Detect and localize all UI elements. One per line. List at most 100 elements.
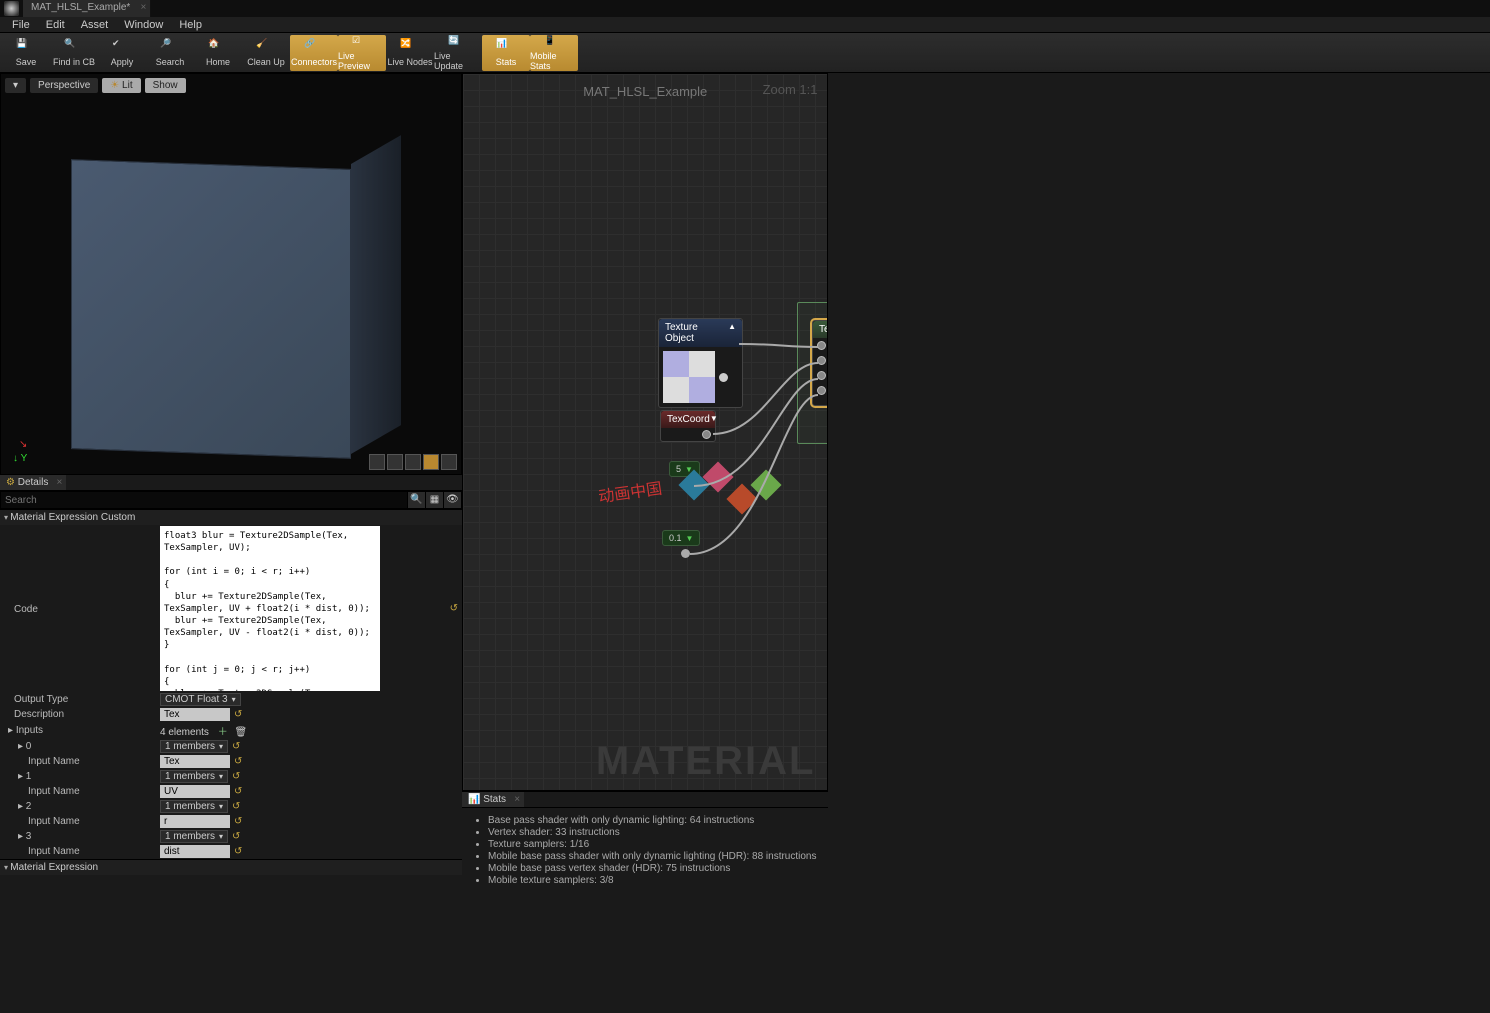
input-name-field[interactable] xyxy=(160,815,230,828)
members-dropdown[interactable]: 1 members xyxy=(160,740,228,753)
toolbar-icon: 🧹 xyxy=(256,38,276,56)
stats-line: Vertex shader: 33 instructions xyxy=(488,827,816,838)
input-pin-uv[interactable] xyxy=(817,356,826,365)
menu-help[interactable]: Help xyxy=(171,19,210,31)
output-pin[interactable] xyxy=(719,373,728,382)
toolbar-icon: 🔀 xyxy=(400,38,420,56)
toolbar-apply[interactable]: ✔Apply xyxy=(98,35,146,71)
toolbar-icon: 🔗 xyxy=(304,38,324,56)
section-material-expression-custom[interactable]: Material Expression Custom xyxy=(0,509,462,525)
section-material-expression[interactable]: Material Expression xyxy=(0,859,462,875)
close-icon[interactable]: × xyxy=(514,794,520,805)
input-index[interactable]: ▸ 0 xyxy=(4,741,160,752)
viewport-lighting[interactable]: ☀ Lit xyxy=(102,78,140,93)
reset-icon[interactable]: ↺ xyxy=(234,786,242,797)
reset-icon[interactable]: ↺ xyxy=(234,816,242,827)
add-element-icon[interactable]: ＋ xyxy=(218,727,228,738)
stats-line: Texture samplers: 1/16 xyxy=(488,839,816,850)
reset-icon[interactable]: ↺ xyxy=(234,756,242,767)
toolbar-live-update[interactable]: 🔄Live Update xyxy=(434,35,482,71)
reset-icon[interactable]: ↺ xyxy=(234,709,242,720)
details-tab-strip: ⚙ Details× xyxy=(0,475,462,491)
reset-icon[interactable]: ↺ xyxy=(234,846,242,857)
viewport-mode[interactable]: Perspective xyxy=(30,78,98,93)
menu-window[interactable]: Window xyxy=(116,19,171,31)
input-index[interactable]: ▸ 1 xyxy=(4,771,160,782)
desc-input[interactable] xyxy=(160,708,230,721)
details-search[interactable]: 🔍 ▦ 👁 xyxy=(0,491,462,509)
asset-tab-label: MAT_HLSL_Example* xyxy=(31,2,130,13)
matrix-icon[interactable]: ▦ xyxy=(425,492,443,508)
node-constant-5[interactable]: 5▼ xyxy=(669,461,700,477)
axis-gizmo: ↘ ↓ Y xyxy=(13,453,27,464)
members-dropdown[interactable]: 1 members xyxy=(160,800,228,813)
prop-inputs-label[interactable]: ▸ Inputs xyxy=(4,725,160,736)
toolbar-search[interactable]: 🔎Search xyxy=(146,35,194,71)
reset-icon[interactable]: ↺ xyxy=(232,801,240,812)
toolbar-save[interactable]: 💾Save xyxy=(2,35,50,71)
reset-icon[interactable]: ↺ xyxy=(232,771,240,782)
menu-asset[interactable]: Asset xyxy=(73,19,117,31)
search-icon[interactable]: 🔍 xyxy=(407,492,425,508)
code-textarea[interactable]: float3 blur = Texture2DSample(Tex, TexSa… xyxy=(160,526,380,691)
clear-icon[interactable]: 🗑 xyxy=(234,727,247,738)
members-dropdown[interactable]: 1 members xyxy=(160,770,228,783)
prop-code-label: Code xyxy=(4,526,160,615)
collapse-icon[interactable]: ▲ xyxy=(728,322,736,344)
viewport-show[interactable]: Show xyxy=(145,78,186,93)
output-pin[interactable] xyxy=(681,549,690,558)
menu-file[interactable]: File xyxy=(4,19,38,31)
material-graph[interactable]: MAT_HLSL_Example Zoom 1:1 Texture Object… xyxy=(462,73,828,791)
stats-panel: 📊 Stats× Base pass shader with only dyna… xyxy=(462,791,828,963)
toolbar-icon: 🔍 xyxy=(64,38,84,56)
input-pin-tex[interactable] xyxy=(817,341,826,350)
reset-icon[interactable]: ↺ xyxy=(450,603,458,614)
input-name-label: Input Name xyxy=(4,786,160,797)
toolbar-find-in-cb[interactable]: 🔍Find in CB xyxy=(50,35,98,71)
toolbar-live-preview[interactable]: ☑Live Preview xyxy=(338,35,386,71)
toolbar-icon: 📱 xyxy=(544,35,564,50)
material-watermark: MATERIAL xyxy=(596,739,816,784)
output-pin[interactable] xyxy=(686,480,695,489)
ue-logo-icon xyxy=(4,1,19,16)
node-constant-01[interactable]: 0.1▼ xyxy=(662,530,700,546)
node-custom-tex[interactable]: Tex▲ Tex UV r dist xyxy=(812,320,828,406)
menubar: File Edit Asset Window Help xyxy=(0,17,1490,33)
menu-edit[interactable]: Edit xyxy=(38,19,73,31)
toolbar-stats[interactable]: 📊Stats xyxy=(482,35,530,71)
close-icon[interactable]: × xyxy=(56,477,62,488)
input-index[interactable]: ▸ 2 xyxy=(4,801,160,812)
toolbar-live-nodes[interactable]: 🔀Live Nodes xyxy=(386,35,434,71)
input-name-field[interactable] xyxy=(160,845,230,858)
toolbar-connectors[interactable]: 🔗Connectors xyxy=(290,35,338,71)
input-index[interactable]: ▸ 3 xyxy=(4,831,160,842)
toolbar-mobile-stats[interactable]: 📱Mobile Stats xyxy=(530,35,578,71)
collapse-icon[interactable]: ▼ xyxy=(710,414,718,425)
toolbar-icon: 📊 xyxy=(496,38,516,56)
input-name-field[interactable] xyxy=(160,785,230,798)
input-name-field[interactable] xyxy=(160,755,230,768)
reset-icon[interactable]: ↺ xyxy=(232,741,240,752)
stats-tab[interactable]: 📊 Stats× xyxy=(462,792,524,807)
input-name-label: Input Name xyxy=(4,816,160,827)
input-pin-dist[interactable] xyxy=(817,386,826,395)
asset-tab[interactable]: MAT_HLSL_Example* × xyxy=(23,0,151,17)
node-texcoord[interactable]: TexCoord▼ xyxy=(660,410,716,442)
zoom-label: Zoom 1:1 xyxy=(763,82,818,97)
viewport-dropdown-icon[interactable]: ▾ xyxy=(5,78,26,93)
reset-icon[interactable]: ↺ xyxy=(232,831,240,842)
input-pin-r[interactable] xyxy=(817,371,826,380)
viewport-shape-buttons[interactable] xyxy=(369,454,457,470)
details-tab[interactable]: ⚙ Details× xyxy=(0,475,66,490)
output-type-dropdown[interactable]: CMOT Float 3 xyxy=(160,693,241,706)
toolbar-clean-up[interactable]: 🧹Clean Up xyxy=(242,35,290,71)
preview-viewport[interactable]: ▾ Perspective ☀ Lit Show ↘ ↓ Y xyxy=(0,73,462,475)
close-icon[interactable]: × xyxy=(140,2,146,13)
node-texture-object[interactable]: Texture Object▲ xyxy=(658,318,743,408)
eye-icon[interactable]: 👁 xyxy=(443,492,461,508)
members-dropdown[interactable]: 1 members xyxy=(160,830,228,843)
toolbar-home[interactable]: 🏠Home xyxy=(194,35,242,71)
output-pin[interactable] xyxy=(702,430,711,439)
search-input[interactable] xyxy=(1,492,407,508)
toolbar-icon: ☑ xyxy=(352,35,372,50)
